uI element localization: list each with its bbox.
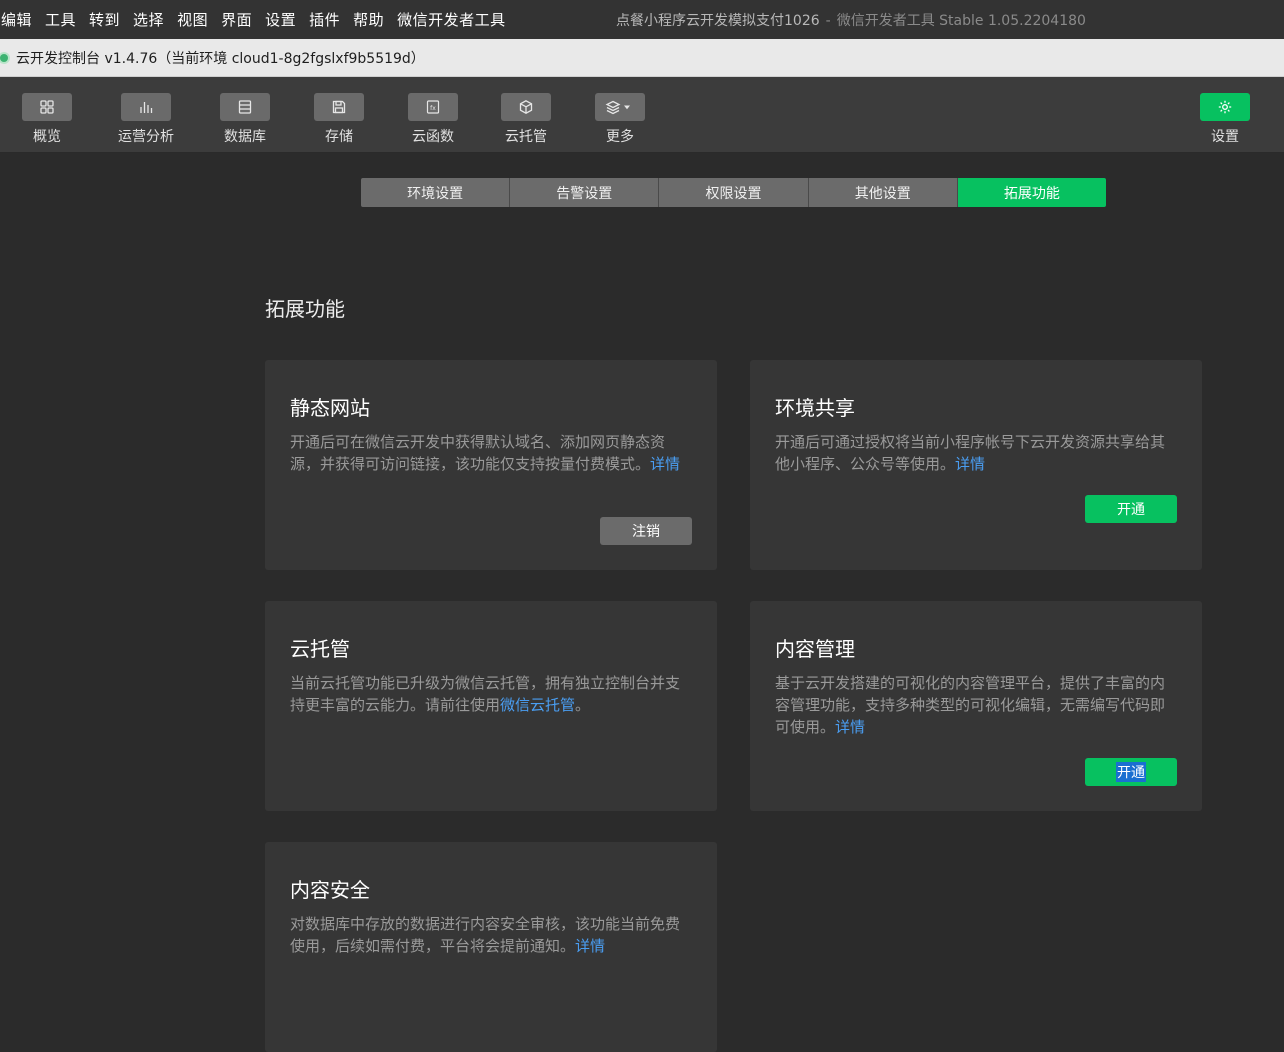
card-description: 当前云托管功能已升级为微信云托管，拥有独立控制台并支持更丰富的云能力。请前往使用…: [290, 672, 692, 716]
details-link[interactable]: 详情: [835, 718, 865, 736]
menu-interface[interactable]: 界面: [221, 9, 252, 30]
toolbar-analytics-label: 运营分析: [118, 129, 174, 145]
details-link[interactable]: 详情: [650, 455, 680, 473]
card-content-management: 内容管理 基于云开发搭建的可视化的内容管理平台，提供了丰富的内容管理功能，支持多…: [750, 601, 1202, 811]
card-description-suffix: 。: [575, 696, 591, 714]
toolbar-analytics[interactable]: 运营分析: [106, 93, 186, 146]
console-toolbar: 概览 运营分析 数据库 存储 fx 云函数 云托管 更多 设置: [0, 77, 1284, 153]
card-title: 云托管: [290, 637, 350, 661]
card-content-security: 内容安全 对数据库中存放的数据进行内容安全审核，该功能当前免费使用，后续如需付费…: [265, 842, 717, 1052]
section-title: 拓展功能: [265, 297, 345, 321]
toolbar-overview-button[interactable]: [22, 93, 72, 121]
toolbar-functions-button[interactable]: fx: [408, 93, 458, 121]
toolbar-storage-label: 存储: [325, 129, 353, 145]
toolbar-cloud-hosting[interactable]: 云托管: [486, 93, 566, 146]
console-tab-title[interactable]: 云开发控制台 v1.4.76（当前环境 cloud1-8g2fgslxf9b55…: [16, 48, 425, 68]
menu-goto[interactable]: 转到: [89, 9, 120, 30]
dropdown-caret-icon: [623, 105, 630, 110]
subtab-alert-settings[interactable]: 告警设置: [510, 178, 660, 207]
details-link[interactable]: 详情: [575, 937, 605, 955]
card-description-text: 当前云托管功能已升级为微信云托管，拥有独立控制台并支持更丰富的云能力。请前往使用: [290, 674, 681, 714]
card-description-text: 开通后可在微信云开发中获得默认域名、添加网页静态资源，并获得可访问链接，该功能仅…: [290, 433, 666, 473]
window-title-separator: -: [825, 13, 831, 29]
toolbar-more-button[interactable]: [595, 93, 645, 121]
toolbar-settings-button[interactable]: [1200, 93, 1250, 121]
toolbar-more[interactable]: 更多: [580, 93, 660, 146]
toolbar-overview-label: 概览: [33, 129, 61, 145]
deactivate-button[interactable]: 注销: [600, 517, 692, 545]
card-description: 对数据库中存放的数据进行内容安全审核，该功能当前免费使用，后续如需付费，平台将会…: [290, 913, 692, 957]
cloud-console-icon: [0, 53, 8, 62]
menu-wechat-devtools[interactable]: 微信开发者工具: [397, 9, 506, 30]
card-cloud-hosting: 云托管 当前云托管功能已升级为微信云托管，拥有独立控制台并支持更丰富的云能力。请…: [265, 601, 717, 811]
menu-tools[interactable]: 工具: [45, 9, 76, 30]
card-static-website: 静态网站 开通后可在微信云开发中获得默认域名、添加网页静态资源，并获得可访问链接…: [265, 360, 717, 570]
toolbar-storage[interactable]: 存储: [299, 93, 379, 146]
activate-button[interactable]: 开通: [1085, 758, 1177, 786]
toolbar-database-button[interactable]: [220, 93, 270, 121]
card-description: 开通后可在微信云开发中获得默认域名、添加网页静态资源，并获得可访问链接，该功能仅…: [290, 431, 692, 475]
wechat-cloud-hosting-link[interactable]: 微信云托管: [500, 696, 575, 714]
function-icon: fx: [426, 100, 440, 114]
toolbar-overview[interactable]: 概览: [7, 93, 87, 146]
menu-settings[interactable]: 设置: [265, 9, 296, 30]
card-title: 内容安全: [290, 878, 370, 902]
subtab-extensions[interactable]: 拓展功能: [957, 178, 1106, 207]
toolbar-database[interactable]: 数据库: [205, 93, 285, 146]
menu-plugins[interactable]: 插件: [309, 9, 340, 30]
activate-button-label: 开通: [1116, 762, 1146, 782]
card-env-sharing: 环境共享 开通后可通过授权将当前小程序帐号下云开发资源共享给其他小程序、公众号等…: [750, 360, 1202, 570]
card-title: 环境共享: [775, 396, 855, 420]
card-description: 开通后可通过授权将当前小程序帐号下云开发资源共享给其他小程序、公众号等使用。详情: [775, 431, 1177, 475]
card-title: 内容管理: [775, 637, 855, 661]
console-tab-bar: 云开发控制台 v1.4.76（当前环境 cloud1-8g2fgslxf9b55…: [0, 39, 1284, 77]
menu-edit[interactable]: 编辑: [1, 9, 32, 30]
toolbar-functions[interactable]: fx 云函数: [393, 93, 473, 146]
subtab-other-settings[interactable]: 其他设置: [808, 178, 958, 207]
subtab-permission-settings[interactable]: 权限设置: [659, 178, 809, 207]
save-icon: [332, 100, 346, 114]
gear-icon: [1218, 100, 1232, 114]
toolbar-functions-label: 云函数: [412, 129, 454, 145]
toolbar-cloud-hosting-label: 云托管: [505, 129, 547, 145]
settings-subtabs: 环境设置 告警设置 权限设置 其他设置 拓展功能: [361, 178, 1106, 207]
window-title: 点餐小程序云开发模拟支付1026- 微信开发者工具 Stable 1.05.220…: [616, 10, 1086, 30]
menu-items: 编辑 工具 转到 选择 视图 界面 设置 插件 帮助 微信开发者工具: [0, 0, 519, 39]
card-description-text: 基于云开发搭建的可视化的内容管理平台，提供了丰富的内容管理功能，支持多种类型的可…: [775, 674, 1166, 736]
toolbar-settings[interactable]: 设置: [1185, 93, 1265, 146]
grid-icon: [40, 100, 54, 114]
toolbar-storage-button[interactable]: [314, 93, 364, 121]
card-description-text: 对数据库中存放的数据进行内容安全审核，该功能当前免费使用，后续如需付费，平台将会…: [290, 915, 681, 955]
toolbar-database-label: 数据库: [224, 129, 266, 145]
card-description: 基于云开发搭建的可视化的内容管理平台，提供了丰富的内容管理功能，支持多种类型的可…: [775, 672, 1177, 738]
toolbar-cloud-hosting-button[interactable]: [501, 93, 551, 121]
database-icon: [238, 100, 252, 114]
bar-chart-icon: [140, 102, 153, 113]
menu-select[interactable]: 选择: [133, 9, 164, 30]
subtab-env-settings[interactable]: 环境设置: [361, 178, 511, 207]
window-title-app: 微信开发者工具 Stable 1.05.2204180: [836, 13, 1086, 29]
menu-help[interactable]: 帮助: [353, 9, 384, 30]
details-link[interactable]: 详情: [955, 455, 985, 473]
window-title-project: 点餐小程序云开发模拟支付1026: [616, 13, 820, 29]
menu-bar: 编辑 工具 转到 选择 视图 界面 设置 插件 帮助 微信开发者工具 点餐小程序…: [0, 0, 1284, 39]
svg-text:fx: fx: [430, 105, 436, 112]
activate-button[interactable]: 开通: [1085, 495, 1177, 523]
card-title: 静态网站: [290, 396, 370, 420]
cube-icon: [519, 100, 533, 114]
toolbar-analytics-button[interactable]: [121, 93, 171, 121]
toolbar-more-label: 更多: [606, 129, 634, 145]
menu-view[interactable]: 视图: [177, 9, 208, 30]
toolbar-settings-label: 设置: [1211, 129, 1239, 145]
layers-icon: [605, 100, 620, 115]
